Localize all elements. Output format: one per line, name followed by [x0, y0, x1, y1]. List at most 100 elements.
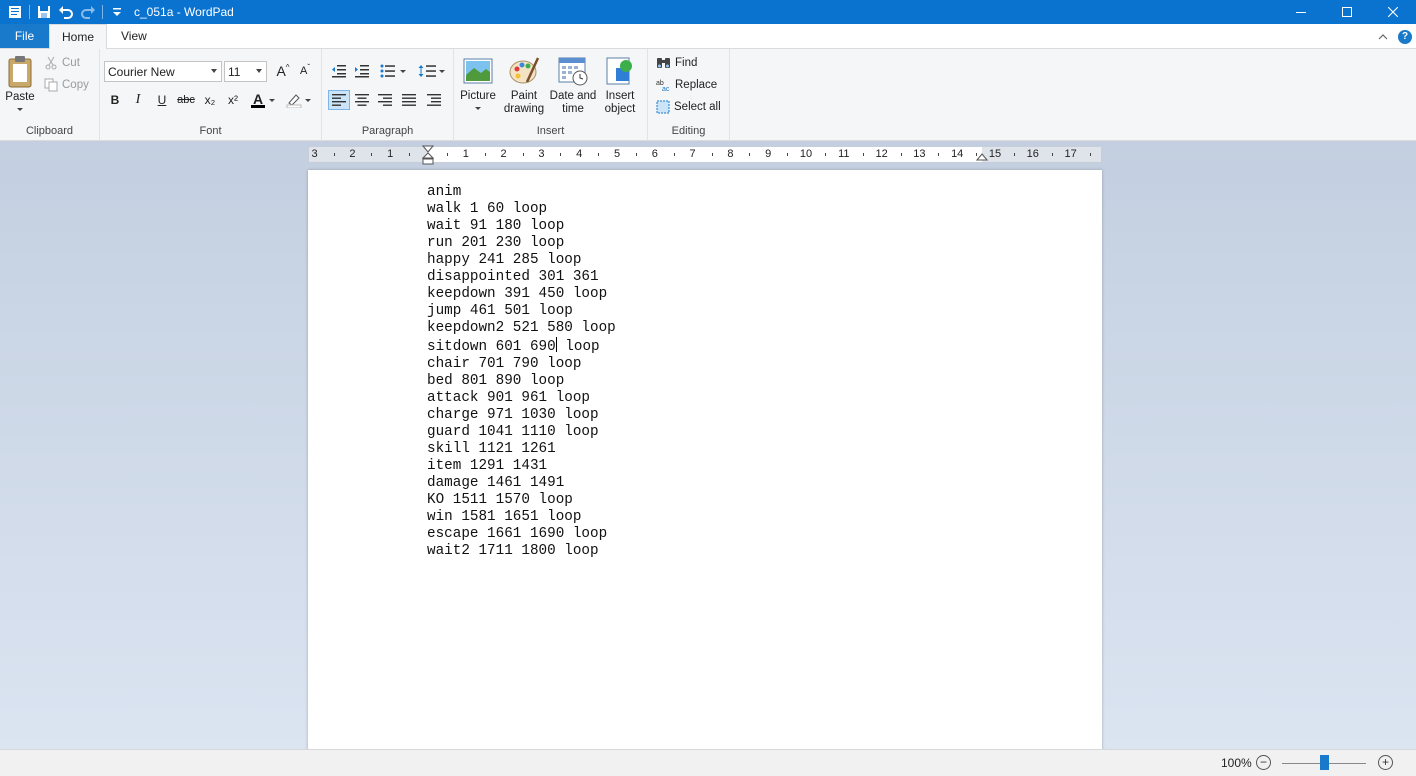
- shrink-font-button[interactable]: Aˇ: [294, 61, 316, 81]
- grow-font-button[interactable]: A ^: [272, 61, 294, 81]
- document-line[interactable]: disappointed 301 361: [427, 269, 616, 286]
- document-line[interactable]: skill 1121 1261: [427, 441, 616, 458]
- document-line[interactable]: attack 901 961 loop: [427, 390, 616, 407]
- document-page[interactable]: anim walk 1 60 loop wait 91 180 loop run 20…: [308, 170, 1102, 749]
- document-line[interactable]: walk 1 60 loop: [427, 201, 616, 218]
- document-text[interactable]: anim walk 1 60 loop wait 91 180 loop run 20…: [427, 184, 616, 560]
- find-button[interactable]: Find: [656, 56, 697, 70]
- ruler-tick: [522, 153, 524, 156]
- paragraph-group-label: Paragraph: [361, 125, 414, 137]
- maximize-button[interactable]: [1324, 0, 1370, 24]
- insert-object-button[interactable]: Insert object: [600, 55, 640, 116]
- strikethrough-button[interactable]: abc: [175, 90, 197, 110]
- zoom-slider-thumb[interactable]: [1319, 755, 1329, 770]
- ruler-number: 13: [913, 148, 926, 160]
- ruler-number: 12: [875, 148, 888, 160]
- bold-button[interactable]: B: [104, 90, 126, 110]
- document-line[interactable]: win 1581 1651 loop: [427, 509, 616, 526]
- left-indent-marker-icon[interactable]: [422, 145, 434, 165]
- wordpad-app-icon[interactable]: [4, 0, 26, 24]
- document-line[interactable]: item 1291 1431: [427, 458, 616, 475]
- decrease-indent-icon[interactable]: [328, 61, 350, 81]
- document-line[interactable]: jump 461 501 loop: [427, 303, 616, 320]
- paragraph-settings-icon[interactable]: [423, 90, 445, 110]
- ruler-number: 16: [1026, 148, 1039, 160]
- document-line[interactable]: KO 1511 1570 loop: [427, 492, 616, 509]
- editing-group-label: Editing: [671, 125, 706, 137]
- italic-button[interactable]: I: [127, 90, 149, 110]
- zoom-out-button[interactable]: −: [1256, 755, 1271, 770]
- tab-file[interactable]: File: [0, 24, 49, 48]
- undo-icon[interactable]: [55, 0, 77, 24]
- ruler-tick: [371, 153, 373, 156]
- align-left-icon[interactable]: [328, 90, 350, 110]
- clipboard-group-label: Clipboard: [25, 125, 74, 137]
- ruler-number: 4: [576, 148, 583, 160]
- select-all-button[interactable]: Select all: [656, 100, 721, 114]
- document-line[interactable]: wait2 1711 1800 loop: [427, 543, 616, 560]
- highlight-color-button[interactable]: [282, 90, 314, 110]
- subscript-button[interactable]: x₂: [199, 90, 221, 110]
- ruler-tick: [787, 153, 789, 156]
- document-line[interactable]: keepdown 391 450 loop: [427, 286, 616, 303]
- font-family-select[interactable]: Courier New: [104, 61, 222, 82]
- redo-icon[interactable]: [77, 0, 99, 24]
- right-indent-marker-icon[interactable]: [976, 148, 988, 162]
- collapse-ribbon-icon[interactable]: [1378, 33, 1388, 41]
- font-family-value: Courier New: [108, 64, 175, 79]
- document-line[interactable]: run 201 230 loop: [427, 235, 616, 252]
- document-line[interactable]: keepdown2 521 580 loop: [427, 320, 616, 337]
- underline-button[interactable]: U: [151, 90, 173, 110]
- document-line[interactable]: escape 1661 1690 loop: [427, 526, 616, 543]
- picture-button[interactable]: Picture: [458, 55, 498, 110]
- document-line[interactable]: guard 1041 1110 loop: [427, 424, 616, 441]
- document-line-before-caret: sitdown 601 690: [427, 339, 556, 355]
- svg-text:ac: ac: [662, 86, 670, 92]
- ruler-tick: [824, 153, 826, 156]
- save-icon[interactable]: [33, 0, 55, 24]
- justify-icon[interactable]: [398, 90, 420, 110]
- document-line[interactable]: chair 701 790 loop: [427, 356, 616, 373]
- align-right-icon[interactable]: [374, 90, 396, 110]
- line-spacing-icon[interactable]: [414, 61, 448, 81]
- paint-drawing-button[interactable]: Paint drawing: [502, 55, 546, 116]
- ruler-number: 17: [1064, 148, 1077, 160]
- document-line[interactable]: bed 801 890 loop: [427, 373, 616, 390]
- picture-label: Picture: [460, 90, 496, 102]
- zoom-in-button[interactable]: +: [1378, 755, 1393, 770]
- document-line[interactable]: anim: [427, 184, 616, 201]
- date-time-button[interactable]: Date and time: [548, 55, 598, 116]
- close-button[interactable]: [1370, 0, 1416, 24]
- ruler-tick: [484, 153, 486, 156]
- minimize-button[interactable]: [1278, 0, 1324, 24]
- copy-button[interactable]: Copy: [44, 78, 89, 92]
- date-time-label-2: time: [562, 103, 584, 115]
- customize-toolbar-icon[interactable]: [106, 0, 128, 24]
- horizontal-ruler[interactable]: 3 2 1 1 2 3 4 5 6 7 8 9 10 11 12 13 14 15 16 17: [308, 145, 1102, 165]
- ruler-tick: [900, 153, 902, 156]
- cut-button[interactable]: Cut: [44, 56, 80, 70]
- text-color-button[interactable]: A: [248, 90, 278, 110]
- replace-button[interactable]: ab ac Replace: [656, 78, 717, 92]
- document-line[interactable]: charge 971 1030 loop: [427, 407, 616, 424]
- bullet-list-icon[interactable]: [376, 61, 410, 81]
- help-icon[interactable]: ?: [1398, 29, 1412, 44]
- quick-access-toolbar: [0, 0, 128, 24]
- tab-home[interactable]: Home: [49, 24, 107, 49]
- document-line[interactable]: wait 91 180 loop: [427, 218, 616, 235]
- ruler-tick: [938, 153, 940, 156]
- font-size-select[interactable]: 11: [224, 61, 267, 82]
- increase-indent-icon[interactable]: [351, 61, 373, 81]
- ruler-tick: [1051, 153, 1053, 156]
- ruler-tick: [749, 153, 751, 156]
- document-workspace: 3 2 1 1 2 3 4 5 6 7 8 9 10 11 12 13 14 15 16 17 anim walk 1 …: [0, 141, 1416, 749]
- align-center-icon[interactable]: [351, 90, 373, 110]
- ribbon-tabs: File Home View ?: [0, 24, 1416, 49]
- ruler-tick: [1013, 153, 1015, 156]
- paste-button[interactable]: Paste: [4, 55, 36, 111]
- document-line[interactable]: damage 1461 1491: [427, 475, 616, 492]
- document-line[interactable]: sitdown 601 690 loop: [427, 337, 616, 356]
- superscript-button[interactable]: x²: [222, 90, 244, 110]
- tab-view[interactable]: View: [107, 24, 161, 48]
- document-line[interactable]: happy 241 285 loop: [427, 252, 616, 269]
